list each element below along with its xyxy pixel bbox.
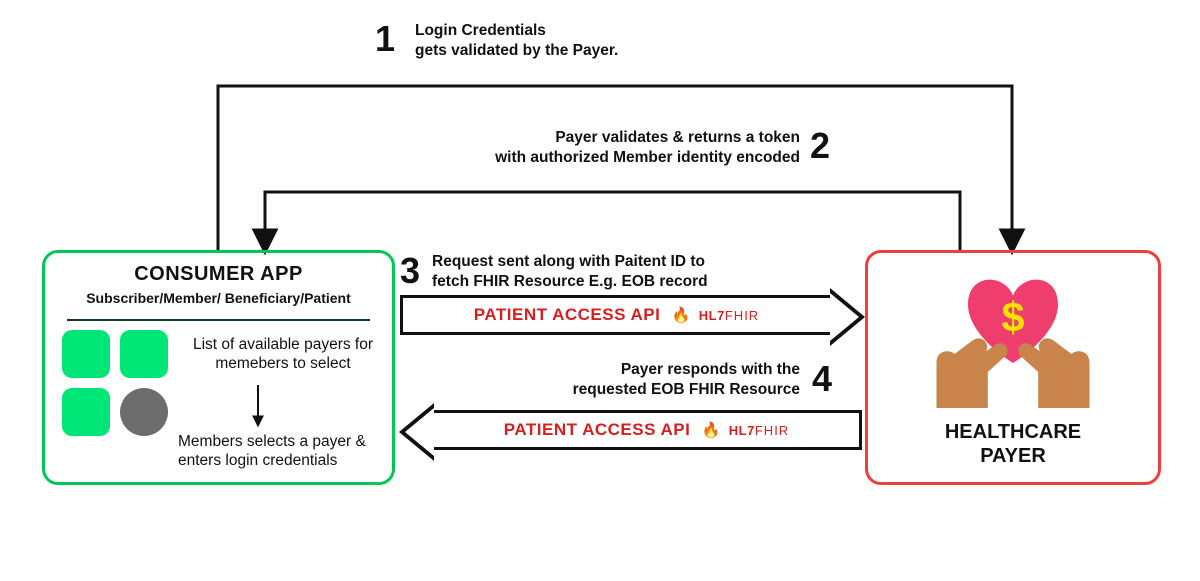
api-arrow-label: PATIENT ACCESS API 🔥 HL7FHIR <box>434 420 859 440</box>
step-2-text: Payer validates & returns a token with a… <box>440 128 800 168</box>
patient-access-api-response-arrow: PATIENT ACCESS API 🔥 HL7FHIR <box>434 410 862 450</box>
fhir-text: FHIR <box>725 308 759 323</box>
healthcare-payer-title: HEALTHCARE PAYER <box>868 420 1158 468</box>
available-payers-text: List of available payers for memebers to… <box>178 335 388 374</box>
step-3-number: 3 <box>400 250 420 292</box>
payer-title-line1: HEALTHCARE <box>945 421 1081 443</box>
api-arrow-label: PATIENT ACCESS API 🔥 HL7FHIR <box>403 305 830 325</box>
api-label-text: PATIENT ACCESS API <box>504 420 691 439</box>
flame-icon: 🔥 <box>672 307 691 324</box>
step-1-text: Login Credentials gets validated by the … <box>415 21 715 61</box>
payer-tile-icon <box>120 330 168 378</box>
consumer-app-title: CONSUMER APP <box>45 263 392 286</box>
svg-text:$: $ <box>1001 295 1024 341</box>
selected-payer-icon <box>120 388 168 436</box>
healthcare-payer-box: $ HEALTHCARE PAYER <box>865 250 1161 485</box>
step-3-text: Request sent along with Paitent ID to fe… <box>432 252 792 292</box>
payer-tile-icon <box>62 388 110 436</box>
hands-heart-dollar-icon: $ <box>923 261 1103 411</box>
hl7-text: HL7 <box>699 308 725 323</box>
flame-icon: 🔥 <box>702 422 721 439</box>
step-1-number: 1 <box>375 18 395 60</box>
consumer-app-subtitle: Subscriber/Member/ Beneficiary/Patient <box>45 290 392 306</box>
payer-title-line2: PAYER <box>980 445 1046 467</box>
step-4-text: Payer responds with the requested EOB FH… <box>530 360 800 400</box>
step-4-number: 4 <box>812 358 832 400</box>
step-2-number: 2 <box>810 125 830 167</box>
divider <box>67 319 370 321</box>
member-selects-text: Members selects a payer & enters login c… <box>178 432 393 471</box>
fhir-text: FHIR <box>755 423 789 438</box>
payer-tile-icon <box>62 330 110 378</box>
api-label-text: PATIENT ACCESS API <box>474 305 661 324</box>
hl7-text: HL7 <box>729 423 755 438</box>
patient-access-api-request-arrow: PATIENT ACCESS API 🔥 HL7FHIR <box>400 295 830 335</box>
